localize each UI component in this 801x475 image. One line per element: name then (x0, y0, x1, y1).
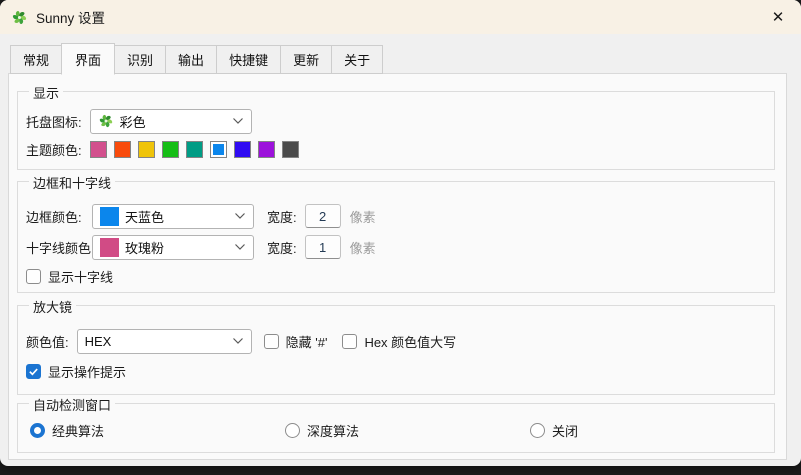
group-autodetect-title: 自动检测窗口 (29, 395, 115, 414)
group-display-title: 显示 (29, 83, 63, 102)
hex-uppercase-checkbox[interactable] (342, 334, 357, 349)
group-display: 显示 托盘图标: (17, 91, 775, 170)
window-title: Sunny 设置 (36, 7, 105, 27)
hide-hash-label: 隐藏 '#' (286, 332, 328, 351)
theme-color-swatch[interactable] (138, 141, 155, 158)
tray-icon-select[interactable]: 彩色 (90, 109, 252, 134)
cross-width-input[interactable] (305, 235, 341, 259)
hex-uppercase-label: Hex 颜色值大写 (364, 332, 456, 351)
theme-color-label: 主题颜色: (26, 140, 82, 159)
theme-color-swatch[interactable] (186, 141, 203, 158)
cross-width-label: 宽度: (267, 238, 297, 257)
theme-color-swatch[interactable] (90, 141, 107, 158)
show-crosshair-label: 显示十字线 (48, 267, 113, 286)
border-color-label: 边框颜色: (26, 207, 92, 226)
check-icon (28, 366, 39, 377)
color-format-value: HEX (85, 334, 112, 349)
tab-update[interactable]: 更新 (280, 45, 332, 74)
theme-color-swatch[interactable] (258, 141, 275, 158)
radio-off-label: 关闭 (552, 421, 578, 440)
color-format-select[interactable]: HEX (77, 329, 252, 354)
tab-recognition[interactable]: 识别 (114, 45, 166, 74)
group-magnifier: 放大镜 颜色值: HEX 隐藏 '#' Hex 颜色值大写 (17, 305, 775, 395)
tab-interface[interactable]: 界面 (61, 43, 115, 75)
theme-color-swatch[interactable] (210, 141, 227, 158)
chevron-down-icon (232, 337, 244, 345)
tab-output[interactable]: 输出 (165, 45, 217, 74)
radio-classic-algorithm[interactable] (30, 423, 45, 438)
radio-off[interactable] (530, 423, 545, 438)
tray-icon-value: 彩色 (120, 112, 146, 131)
group-border-crosshair: 边框和十字线 边框颜色: 天蓝色 宽度: 像素 十字线颜色: 玫瑰粉 (17, 181, 775, 293)
border-color-select[interactable]: 天蓝色 (92, 204, 254, 229)
cross-width-unit: 像素 (350, 238, 376, 257)
cross-color-value: 玫瑰粉 (125, 238, 164, 257)
radio-deep-algorithm[interactable] (285, 423, 300, 438)
group-autodetect: 自动检测窗口 经典算法 深度算法 关闭 (17, 403, 775, 453)
group-magnifier-title: 放大镜 (29, 297, 76, 316)
close-icon: ✕ (772, 8, 785, 26)
radio-deep-label: 深度算法 (307, 421, 359, 440)
theme-color-swatch[interactable] (162, 141, 179, 158)
tab-strip: 常规 界面 识别 输出 快捷键 更新 关于 (0, 43, 801, 74)
tab-page-interface: 显示 托盘图标: (8, 73, 787, 460)
show-tips-label: 显示操作提示 (48, 362, 126, 381)
settings-window: Sunny 设置 ✕ 常规 界面 识别 输出 快捷键 更新 关于 显示 托盘图标… (0, 0, 801, 466)
theme-color-swatch[interactable] (282, 141, 299, 158)
radio-classic-label: 经典算法 (52, 421, 104, 440)
cross-color-select[interactable]: 玫瑰粉 (92, 235, 254, 260)
cross-color-swatch (100, 238, 119, 257)
tray-color-icon (98, 113, 114, 129)
title-bar: Sunny 设置 ✕ (0, 0, 801, 34)
tab-general[interactable]: 常规 (10, 45, 62, 74)
tab-hotkeys[interactable]: 快捷键 (216, 45, 281, 74)
tray-icon-label: 托盘图标: (26, 112, 82, 131)
tab-about[interactable]: 关于 (331, 45, 383, 74)
chevron-down-icon (232, 117, 244, 125)
hide-hash-checkbox[interactable] (264, 334, 279, 349)
show-tips-checkbox[interactable] (26, 364, 41, 379)
theme-color-swatch[interactable] (114, 141, 131, 158)
sunny-logo-icon (11, 9, 28, 26)
border-width-unit: 像素 (350, 207, 376, 226)
border-width-input[interactable] (305, 204, 341, 228)
border-width-label: 宽度: (267, 207, 297, 226)
chevron-down-icon (234, 212, 246, 220)
color-format-label: 颜色值: (26, 332, 69, 351)
theme-color-swatch[interactable] (234, 141, 251, 158)
chevron-down-icon (234, 243, 246, 251)
show-crosshair-checkbox[interactable] (26, 269, 41, 284)
border-color-value: 天蓝色 (125, 207, 164, 226)
group-border-title: 边框和十字线 (29, 173, 115, 192)
close-button[interactable]: ✕ (761, 3, 795, 31)
cross-color-label: 十字线颜色: (26, 238, 92, 257)
border-color-swatch (100, 207, 119, 226)
